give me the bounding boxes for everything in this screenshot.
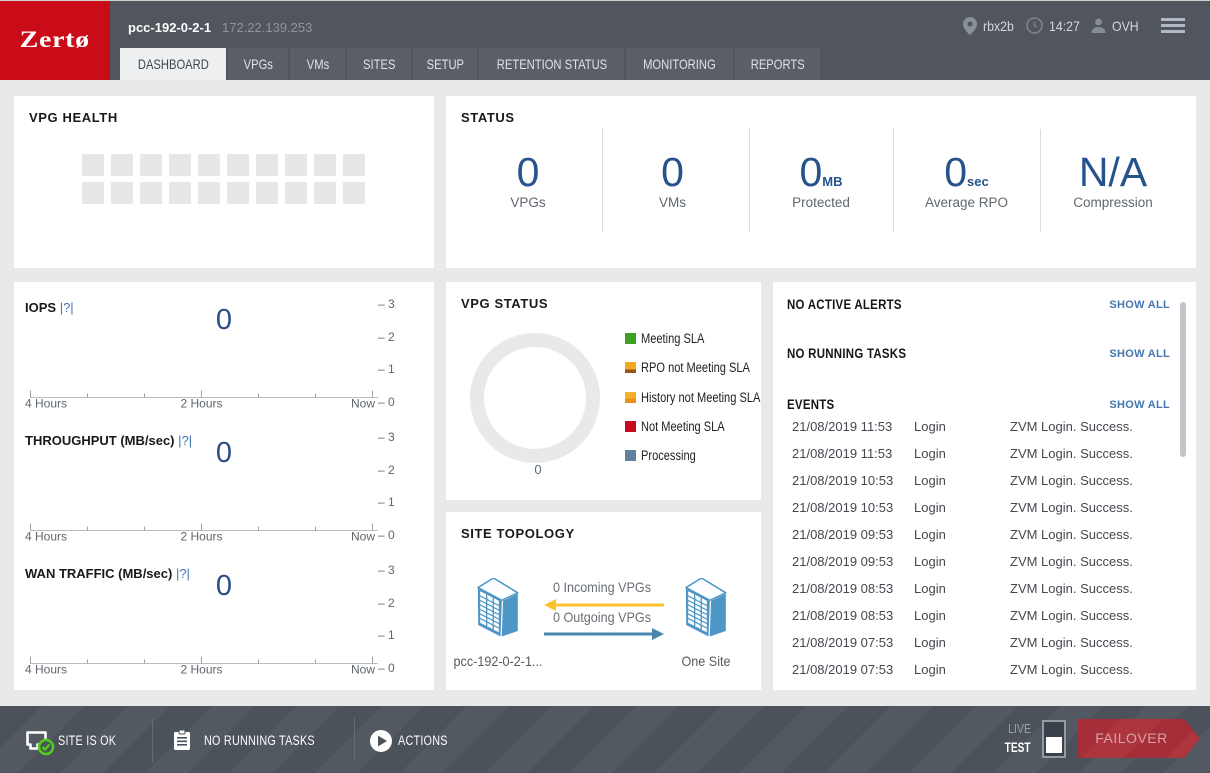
svg-text:– 1: – 1 (378, 495, 395, 509)
svg-text:– 3: – 3 (378, 563, 395, 577)
svg-text:2 Hours: 2 Hours (180, 663, 222, 677)
svg-text:4 Hours: 4 Hours (25, 663, 67, 677)
svg-text:Now: Now (351, 530, 375, 544)
svg-text:Now: Now (351, 663, 375, 677)
svg-text:– 2: – 2 (378, 463, 395, 477)
svg-text:– 3: – 3 (378, 297, 395, 311)
svg-text:Now: Now (351, 397, 375, 411)
svg-text:– 1: – 1 (378, 628, 395, 642)
svg-text:2 Hours: 2 Hours (180, 397, 222, 411)
svg-text:– 1: – 1 (378, 362, 395, 376)
svg-text:– 2: – 2 (378, 596, 395, 610)
svg-text:– 2: – 2 (378, 330, 395, 344)
svg-text:– 0: – 0 (378, 528, 395, 542)
svg-text:4 Hours: 4 Hours (25, 397, 67, 411)
svg-text:– 0: – 0 (378, 661, 395, 675)
svg-text:4 Hours: 4 Hours (25, 530, 67, 544)
svg-text:2 Hours: 2 Hours (180, 530, 222, 544)
svg-text:– 3: – 3 (378, 430, 395, 444)
svg-text:– 0: – 0 (378, 395, 395, 409)
